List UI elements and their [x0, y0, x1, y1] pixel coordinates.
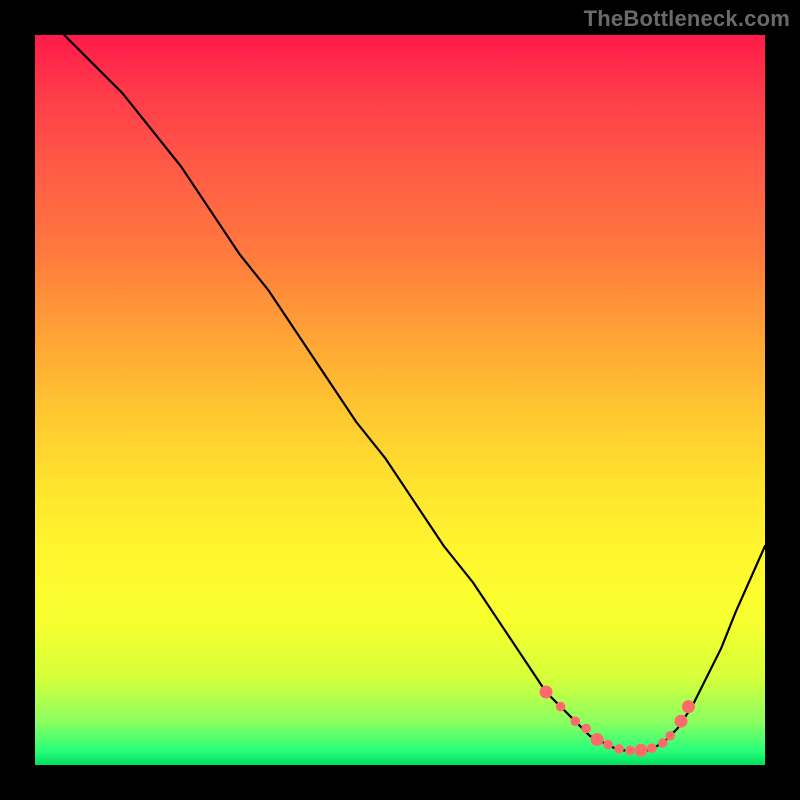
- marker-dot: [614, 744, 624, 754]
- marker-dot: [556, 702, 566, 712]
- marker-dot: [647, 743, 657, 753]
- marker-dot: [540, 686, 553, 699]
- attribution-text: TheBottleneck.com: [584, 6, 790, 32]
- bottleneck-curve: [64, 35, 765, 750]
- marker-dot: [665, 731, 675, 741]
- marker-dot: [625, 746, 635, 756]
- marker-dot: [603, 740, 613, 750]
- chart-frame: TheBottleneck.com: [0, 0, 800, 800]
- marker-dot: [634, 744, 647, 757]
- marker-dot: [682, 700, 695, 713]
- highlight-markers: [540, 686, 695, 757]
- marker-dot: [658, 738, 668, 748]
- chart-svg: [35, 35, 765, 765]
- marker-dot: [570, 716, 580, 726]
- marker-dot: [581, 724, 591, 734]
- marker-dot: [591, 733, 604, 746]
- marker-dot: [675, 715, 688, 728]
